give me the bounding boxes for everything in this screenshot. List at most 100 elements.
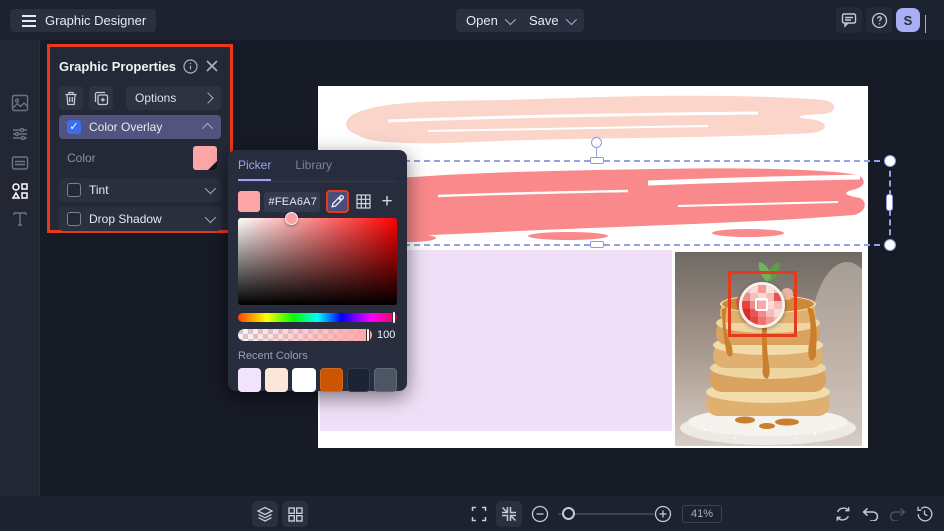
fit-to-screen-button[interactable] bbox=[496, 501, 522, 527]
rotation-handle[interactable] bbox=[591, 137, 602, 148]
open-button[interactable]: Open bbox=[456, 9, 523, 32]
help-button[interactable] bbox=[866, 7, 892, 33]
opacity-value: 100 bbox=[377, 329, 396, 341]
close-panel-button[interactable] bbox=[203, 57, 221, 75]
current-color-swatch bbox=[238, 191, 260, 212]
color-picker-popup: Picker Library #FEA6A7 + 100 Recent Colo… bbox=[228, 150, 407, 392]
color-field-cursor[interactable] bbox=[285, 212, 298, 225]
tab-library[interactable]: Library bbox=[295, 158, 332, 181]
eyedropper-button[interactable] bbox=[325, 190, 350, 213]
minus-circle-icon bbox=[531, 505, 549, 523]
sidebar-item-templates[interactable] bbox=[8, 151, 32, 175]
recent-color-swatch[interactable] bbox=[265, 368, 289, 392]
pages-button[interactable] bbox=[282, 501, 308, 527]
fullscreen-icon bbox=[471, 506, 487, 522]
bottom-toolbar: 41% bbox=[0, 496, 944, 531]
selection-handle-right-middle[interactable] bbox=[886, 194, 893, 211]
redo-button[interactable] bbox=[884, 501, 910, 527]
color-overlay-label: Color Overlay bbox=[89, 120, 163, 134]
eyedropper-icon bbox=[331, 195, 345, 208]
zoom-out-button[interactable] bbox=[527, 501, 553, 527]
account-menu-button[interactable] bbox=[925, 15, 926, 33]
app-title: Graphic Designer bbox=[45, 13, 147, 28]
chevron-down-icon bbox=[565, 13, 577, 25]
selection-handle-top-right[interactable] bbox=[884, 155, 896, 167]
main-menu-button[interactable]: Graphic Designer bbox=[10, 9, 157, 32]
grid-icon bbox=[356, 194, 371, 209]
save-button-label: Save bbox=[529, 13, 559, 28]
drop-shadow-label: Drop Shadow bbox=[89, 212, 162, 226]
opacity-slider[interactable] bbox=[238, 328, 372, 342]
recent-colors-row bbox=[238, 368, 398, 392]
saturation-brightness-field[interactable] bbox=[238, 212, 397, 305]
tint-checkbox[interactable] bbox=[67, 183, 81, 197]
color-label: Color bbox=[67, 151, 96, 165]
layers-button[interactable] bbox=[252, 501, 278, 527]
avatar[interactable]: S bbox=[896, 8, 920, 32]
history-clock-icon bbox=[916, 506, 932, 522]
trash-icon bbox=[65, 91, 77, 105]
chevron-up-icon bbox=[201, 122, 214, 135]
color-overlay-checkbox[interactable]: ✓ bbox=[67, 120, 81, 134]
sidebar-item-edit[interactable] bbox=[8, 122, 32, 146]
color-grid-button[interactable] bbox=[353, 191, 373, 213]
hamburger-menu-icon bbox=[20, 12, 38, 30]
question-mark-icon bbox=[871, 12, 887, 28]
recent-colors-label: Recent Colors bbox=[238, 350, 308, 362]
top-bar: Graphic Designer Open Save S bbox=[0, 0, 944, 40]
graphic-properties-panel: Graphic Properties Options ✓ Color Overl… bbox=[47, 44, 233, 233]
recent-color-swatch[interactable] bbox=[292, 368, 316, 392]
recent-color-swatch[interactable] bbox=[319, 368, 343, 392]
reset-button[interactable] bbox=[830, 501, 856, 527]
drop-shadow-checkbox[interactable] bbox=[67, 212, 81, 226]
sidebar-item-graphics[interactable] bbox=[8, 179, 32, 203]
zoom-level-value[interactable]: 41% bbox=[682, 505, 722, 523]
drop-shadow-section[interactable]: Drop Shadow bbox=[59, 207, 221, 231]
tab-picker[interactable]: Picker bbox=[238, 158, 272, 181]
image-icon bbox=[11, 94, 29, 112]
zoom-slider-handle[interactable] bbox=[562, 507, 575, 520]
selection-handle-top-center[interactable] bbox=[590, 157, 604, 164]
hue-slider[interactable] bbox=[238, 311, 397, 324]
options-dropdown[interactable]: Options bbox=[126, 86, 221, 110]
panel-title: Graphic Properties bbox=[59, 58, 177, 74]
add-color-button[interactable]: + bbox=[377, 191, 397, 213]
sidebar-item-text[interactable] bbox=[8, 207, 32, 231]
zoom-in-button[interactable] bbox=[650, 501, 676, 527]
recent-color-swatch[interactable] bbox=[373, 368, 398, 392]
recent-color-swatch[interactable] bbox=[346, 368, 370, 392]
picker-tabs: Picker Library bbox=[238, 158, 397, 182]
graphics-shapes-icon bbox=[11, 183, 28, 199]
color-overlay-swatch[interactable] bbox=[193, 146, 217, 170]
hue-slider-handle[interactable] bbox=[392, 311, 396, 324]
edit-sliders-icon bbox=[13, 127, 27, 141]
color-overlay-section[interactable]: ✓ Color Overlay bbox=[59, 115, 221, 139]
duplicate-icon bbox=[94, 91, 108, 105]
save-button[interactable]: Save bbox=[519, 9, 584, 32]
opacity-slider-handle[interactable] bbox=[366, 328, 370, 342]
layers-icon bbox=[257, 506, 273, 522]
eyedropper-target-square bbox=[755, 298, 768, 311]
duplicate-graphic-button[interactable] bbox=[89, 86, 113, 110]
options-label: Options bbox=[135, 91, 177, 105]
peach-brush-stroke bbox=[346, 95, 835, 144]
fit-screen-icon bbox=[501, 506, 517, 522]
fullscreen-button[interactable] bbox=[466, 501, 492, 527]
open-button-label: Open bbox=[466, 13, 498, 28]
recent-color-swatch[interactable] bbox=[238, 368, 262, 392]
undo-button[interactable] bbox=[857, 501, 883, 527]
plus-circle-icon bbox=[654, 505, 672, 523]
history-button[interactable] bbox=[911, 501, 937, 527]
sidebar-item-image[interactable] bbox=[8, 91, 32, 115]
feedback-button[interactable] bbox=[836, 7, 862, 33]
undo-icon bbox=[861, 507, 878, 521]
color-setting-row: Color bbox=[59, 143, 221, 173]
selection-handle-bottom-right[interactable] bbox=[884, 239, 896, 251]
hex-color-input[interactable]: #FEA6A7 bbox=[263, 191, 320, 212]
chevron-down-icon bbox=[504, 13, 516, 25]
selection-handle-bottom-center[interactable] bbox=[590, 241, 604, 248]
delete-graphic-button[interactable] bbox=[59, 86, 83, 110]
tint-section[interactable]: Tint bbox=[59, 178, 221, 202]
info-button[interactable] bbox=[181, 57, 199, 75]
tools-sidebar bbox=[0, 40, 40, 531]
